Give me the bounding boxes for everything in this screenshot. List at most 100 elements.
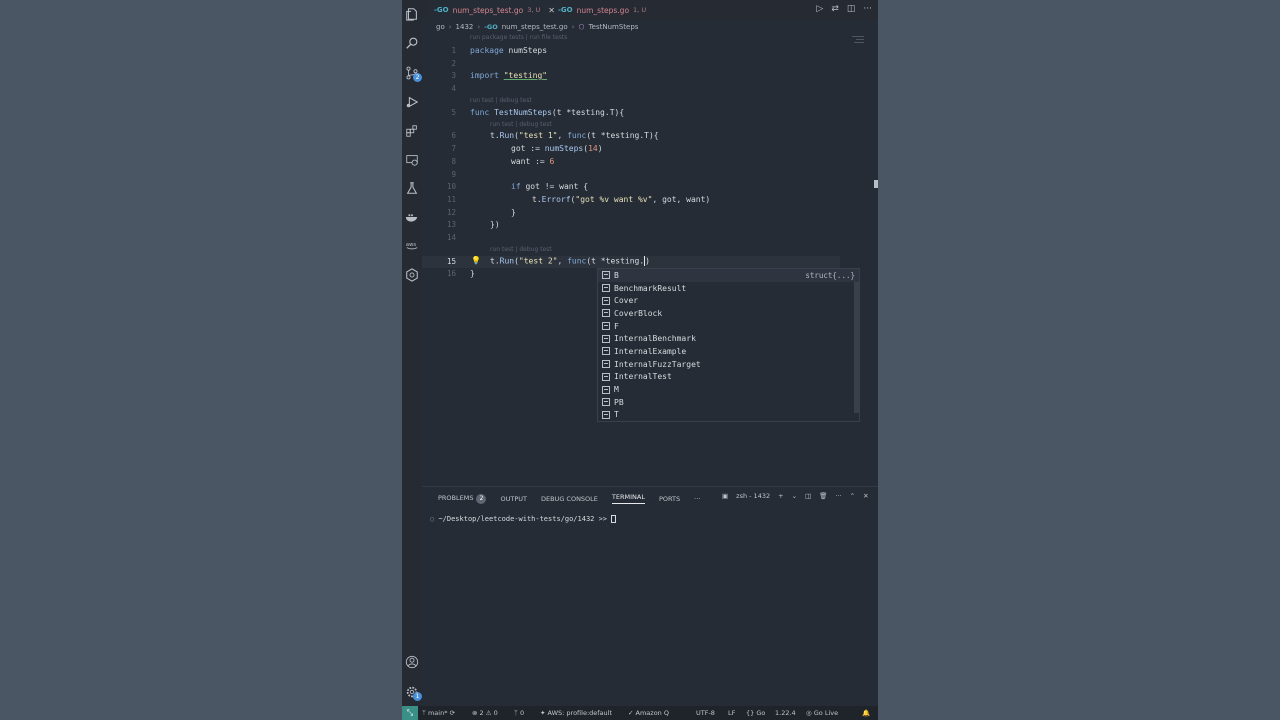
search-icon[interactable] — [404, 35, 420, 51]
add-terminal-icon[interactable]: + — [778, 492, 783, 500]
minimap-line — [856, 39, 864, 40]
minimap-line — [854, 42, 864, 43]
code-line-3: import "testing" — [470, 71, 548, 80]
maximize-panel-icon[interactable]: ⌃ — [850, 492, 855, 500]
suggestion-item[interactable]: InternalTest — [598, 371, 859, 384]
language-status[interactable]: {} Go — [746, 706, 765, 720]
chevron-down-icon[interactable]: ⌄ — [792, 492, 797, 500]
line-number: 1 — [451, 46, 456, 55]
svg-text:aws: aws — [406, 242, 417, 248]
eol-status[interactable]: LF — [728, 706, 735, 720]
struct-icon — [602, 284, 610, 293]
encoding-status[interactable]: UTF-8 — [696, 706, 715, 720]
tab-output[interactable]: OUTPUT — [500, 495, 527, 503]
code-line-15: t.Run("test 2", func(t *testing.) — [490, 256, 650, 266]
tab-num-steps-go[interactable]: -GO num_steps.go 1, U — [552, 0, 652, 20]
account-icon[interactable] — [404, 654, 420, 670]
suggestion-item[interactable]: T — [598, 409, 859, 422]
line-number: 6 — [451, 131, 456, 140]
breadcrumb-folder[interactable]: go — [436, 23, 445, 31]
go-version-status[interactable]: 1.22.4 — [775, 706, 796, 720]
more-icon[interactable]: ··· — [694, 495, 700, 503]
split-editor-icon[interactable]: ◫ — [847, 4, 856, 15]
go-live-status[interactable]: ◎ Go Live — [806, 706, 838, 720]
terminal-icon: ▣ — [722, 492, 729, 500]
ports-status[interactable]: ᛉ 0 — [514, 706, 524, 720]
struct-icon — [602, 398, 610, 407]
lightbulb-icon[interactable]: 💡 — [471, 256, 481, 265]
tab-problem-count: 3, U — [527, 6, 541, 14]
settings-badge: 1 — [413, 692, 422, 701]
suggestion-item[interactable]: CoverBlock — [598, 307, 859, 320]
remote-explorer-icon[interactable] — [404, 152, 420, 168]
split-terminal-icon[interactable]: ◫ — [805, 492, 811, 500]
suggestion-item[interactable]: InternalFuzzTarget — [598, 358, 859, 371]
compare-icon[interactable]: ⇄ — [831, 4, 839, 15]
tab-num-steps-test-go[interactable]: -GO num_steps_test.go 3, U ✕ — [428, 0, 561, 20]
close-panel-icon[interactable]: ✕ — [863, 492, 868, 500]
suggestion-item[interactable]: Cover — [598, 294, 859, 307]
line-number: 12 — [446, 208, 456, 217]
go-file-icon: -GO — [484, 23, 498, 31]
suggestion-item[interactable]: Bstruct{...} — [598, 269, 859, 282]
settings-gear-icon[interactable]: 1 — [404, 684, 422, 701]
amazon-q-status[interactable]: ✓ Amazon Q — [628, 706, 669, 720]
line-number: 7 — [451, 144, 456, 153]
source-control-icon[interactable]: 2 — [404, 65, 422, 82]
struct-icon — [602, 309, 610, 318]
code-line-16: } — [470, 269, 475, 278]
breadcrumb-symbol[interactable]: TestNumSteps — [589, 23, 639, 31]
code-lens[interactable]: run package tests | run file tests — [470, 34, 567, 41]
more-actions-icon[interactable]: ··· — [835, 492, 841, 500]
remote-indicator-icon[interactable]: ⤡ — [402, 706, 418, 720]
docker-icon[interactable] — [404, 209, 420, 225]
suggestion-item[interactable]: InternalExample — [598, 345, 859, 358]
suggestion-item[interactable]: M — [598, 383, 859, 396]
trash-icon[interactable]: 🗑 — [819, 492, 827, 500]
tab-debug-console[interactable]: DEBUG CONSOLE — [541, 495, 598, 503]
breadcrumb-folder[interactable]: 1432 — [456, 23, 474, 31]
suggestion-item[interactable]: PB — [598, 396, 859, 409]
extensions-icon[interactable] — [404, 123, 420, 139]
editor-actions: ▷ ⇄ ◫ ··· — [816, 4, 872, 15]
suggestion-item[interactable]: BenchmarkResult — [598, 282, 859, 295]
aws-profile-status[interactable]: ✦ AWS: profile:default — [540, 706, 612, 720]
breadcrumb: go › 1432 › -GO num_steps_test.go › ⬡ Te… — [436, 21, 638, 33]
code-line-7: got := numSteps(14) — [511, 144, 603, 153]
terminal-prompt[interactable]: ○ ~/Desktop/leetcode-with-tests/go/1432 … — [430, 515, 617, 523]
terminal-name[interactable]: zsh - 1432 — [736, 492, 770, 500]
run-icon[interactable]: ▷ — [816, 4, 823, 15]
amazon-q-icon[interactable] — [404, 267, 420, 283]
problems-status[interactable]: ⊗ 2 ⚠ 0 — [472, 706, 498, 720]
tab-problems[interactable]: PROBLEMS 2 — [438, 493, 487, 504]
code-line-5: func TestNumSteps(t *testing.T){ — [470, 108, 625, 117]
struct-icon — [602, 360, 610, 369]
notifications-icon[interactable]: 🔔 — [862, 706, 870, 720]
code-lens[interactable]: run test | debug test — [490, 121, 552, 128]
scrollbar-thumb[interactable] — [874, 180, 878, 188]
tab-problem-count: 1, U — [633, 6, 647, 14]
suggestion-item[interactable]: InternalBenchmark — [598, 332, 859, 345]
testing-icon[interactable] — [404, 180, 420, 196]
run-debug-icon[interactable] — [404, 94, 420, 110]
tab-ports[interactable]: PORTS — [659, 495, 680, 503]
breadcrumb-file[interactable]: num_steps_test.go — [502, 23, 568, 31]
branch-status[interactable]: ᛘ main* ⟳ — [422, 706, 455, 720]
error-icon: ⊗ — [472, 709, 478, 717]
suggestion-item[interactable]: F — [598, 320, 859, 333]
line-number: 9 — [451, 170, 456, 179]
go-file-icon: -GO — [558, 6, 573, 14]
code-line-11: t.Errorf("got %v want %v", got, want) — [532, 195, 711, 204]
chevron-right-icon: › — [448, 23, 452, 31]
code-line-10: if got != want { — [511, 182, 589, 191]
struct-icon — [602, 334, 610, 343]
explorer-icon[interactable] — [404, 6, 420, 22]
code-lens[interactable]: run test | debug test — [470, 97, 532, 104]
editor-tab-bar: -GO num_steps_test.go 3, U ✕ -GO num_ste… — [422, 0, 878, 20]
tab-terminal[interactable]: TERMINAL — [611, 493, 645, 504]
more-actions-icon[interactable]: ··· — [863, 4, 872, 15]
code-lens[interactable]: run test | debug test — [490, 246, 552, 253]
status-bar: ⤡ ᛘ main* ⟳ ⊗ 2 ⚠ 0 ᛉ 0 ✦ AWS: profile:d… — [402, 706, 878, 720]
aws-icon[interactable]: aws — [404, 237, 420, 253]
line-number: 10 — [446, 182, 456, 191]
